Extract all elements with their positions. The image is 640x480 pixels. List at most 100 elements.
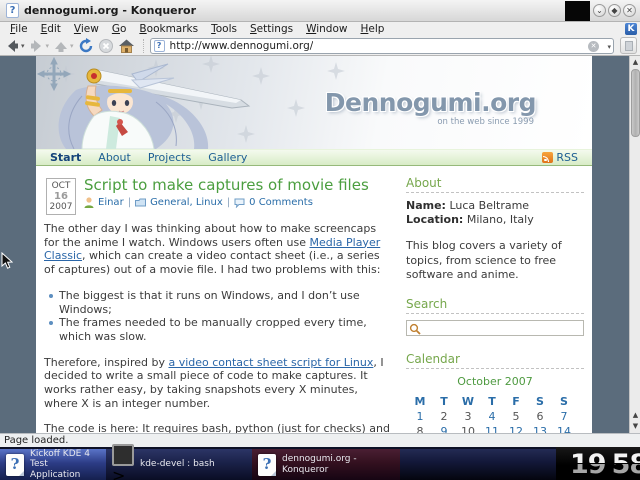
statusbar: Page loaded. bbox=[0, 433, 640, 447]
scrollbar-thumb[interactable] bbox=[631, 69, 640, 137]
calendar-week-row: 1234567 bbox=[408, 409, 576, 424]
menu-view[interactable]: View bbox=[74, 23, 99, 35]
calendar-day-header: S bbox=[552, 394, 576, 409]
calendar-day-header: S bbox=[528, 394, 552, 409]
rss-label: RSS bbox=[556, 151, 578, 164]
author-link[interactable]: Einar bbox=[98, 197, 124, 208]
menubar-items: File Edit View Go Bookmarks Tools Settings Wind… bbox=[10, 23, 384, 35]
scroll-up-icon-bottom[interactable]: ▲ bbox=[630, 410, 640, 421]
calendar-day-3: 3 bbox=[456, 409, 480, 424]
menu-edit[interactable]: Edit bbox=[41, 23, 61, 35]
nav-link-projects[interactable]: Projects bbox=[148, 151, 191, 164]
menu-settings[interactable]: Settings bbox=[250, 23, 293, 35]
webpage: Dennogumi.org on the web since 1999 Star… bbox=[36, 56, 592, 433]
back-dropdown-caret[interactable]: ▾ bbox=[21, 42, 25, 50]
calendar-day-9[interactable]: 9 bbox=[432, 424, 456, 434]
panel-clock[interactable]: 1958 1958 bbox=[570, 450, 640, 478]
close-button[interactable]: ✕ bbox=[623, 4, 636, 17]
location-bar[interactable]: ? http://www.dennogumi.org/ ✕ ▾ bbox=[150, 38, 614, 54]
vertical-scrollbar[interactable]: ▲ ▲ ▼ bbox=[629, 56, 640, 433]
category-folder-icon bbox=[135, 198, 146, 207]
home-icon bbox=[118, 38, 135, 54]
back-button[interactable]: ▾ bbox=[4, 37, 25, 55]
back-arrow-icon bbox=[4, 38, 20, 54]
menu-tools[interactable]: Tools bbox=[211, 23, 237, 35]
url-text[interactable]: http://www.dennogumi.org/ bbox=[170, 40, 314, 52]
calendar-day-7[interactable]: 7 bbox=[552, 409, 576, 424]
task-title: dennogumi.org - Konqueror bbox=[282, 454, 394, 475]
kde-logo-icon[interactable]: K bbox=[625, 23, 637, 35]
stop-button[interactable] bbox=[98, 37, 114, 55]
page-favicon: ? bbox=[154, 40, 165, 52]
up-button[interactable]: ▾ bbox=[53, 37, 74, 55]
up-dropdown-caret[interactable]: ▾ bbox=[70, 42, 74, 50]
clear-url-icon[interactable]: ✕ bbox=[588, 41, 599, 52]
bullet-list: The biggest is that it runs on Windows, … bbox=[48, 289, 392, 344]
reload-button[interactable] bbox=[78, 37, 94, 55]
calendar-day-12[interactable]: 12 bbox=[504, 424, 528, 434]
maximize-button[interactable]: ◆ bbox=[608, 4, 621, 17]
browser-viewport: Dennogumi.org on the web since 1999 Star… bbox=[0, 56, 640, 433]
window-titlebar[interactable]: ? dennogumi.org - Konqueror ⌄ ◆ ✕ bbox=[0, 0, 640, 22]
site-navbar: Start About Projects Gallery RSS bbox=[36, 149, 592, 166]
calendar-day-6: 6 bbox=[528, 409, 552, 424]
about-name: Name: Luca Beltrame bbox=[406, 199, 584, 213]
titlebar-artifact bbox=[565, 1, 590, 21]
task-title: kde-devel : bash bbox=[140, 459, 215, 470]
forward-button[interactable]: ▾ bbox=[29, 37, 50, 55]
rss-link[interactable]: RSS bbox=[542, 151, 578, 164]
minimize-button[interactable]: ⌄ bbox=[593, 4, 606, 17]
url-dropdown-caret[interactable]: ▾ bbox=[607, 43, 611, 51]
menu-help[interactable]: Help bbox=[360, 23, 384, 35]
calendar-day-10: 10 bbox=[456, 424, 480, 434]
terminal-icon: >_ bbox=[112, 444, 134, 480]
up-arrow-icon bbox=[53, 38, 69, 54]
article-title[interactable]: Script to make captures of movie files bbox=[44, 176, 392, 194]
calendar-day-1[interactable]: 1 bbox=[408, 409, 432, 424]
nav-link-about[interactable]: About bbox=[98, 151, 131, 164]
scroll-down-icon[interactable]: ▼ bbox=[630, 421, 640, 432]
taskbar-task-1[interactable]: ?Kickoff KDE 4 TestApplication bbox=[0, 449, 106, 480]
taskbar-tasks: ?Kickoff KDE 4 TestApplication>_kde-deve… bbox=[0, 449, 400, 480]
calendar-day-14[interactable]: 14 bbox=[552, 424, 576, 434]
forward-dropdown-caret[interactable]: ▾ bbox=[46, 42, 50, 50]
menu-file[interactable]: File bbox=[10, 23, 28, 35]
calendar-day-8: 8 bbox=[408, 424, 432, 434]
category-links[interactable]: General, Linux bbox=[150, 197, 223, 208]
taskbar-task-3[interactable]: ?dennogumi.org - Konqueror bbox=[252, 449, 400, 480]
reload-icon bbox=[78, 38, 94, 54]
paragraph-3: The code is here: It requires bash, pyth… bbox=[44, 422, 392, 433]
taskbar-task-2[interactable]: >_kde-devel : bash bbox=[106, 449, 252, 480]
menu-go[interactable]: Go bbox=[112, 23, 127, 35]
calendar-day-header: T bbox=[432, 394, 456, 409]
calendar-day-header: W bbox=[456, 394, 480, 409]
calendar-day-4[interactable]: 4 bbox=[480, 409, 504, 424]
article-column: OCT 16 2007 Script to make captures of m… bbox=[44, 176, 392, 433]
search-input[interactable] bbox=[423, 321, 578, 335]
calendar-head-row: MTWTFSS bbox=[408, 394, 576, 409]
search-icon bbox=[409, 323, 422, 336]
date-day: 16 bbox=[47, 191, 75, 202]
date-year: 2007 bbox=[47, 202, 75, 212]
calendar-heading: Calendar bbox=[406, 352, 584, 369]
search-box bbox=[406, 320, 584, 336]
calendar-day-13[interactable]: 13 bbox=[528, 424, 552, 434]
home-button[interactable] bbox=[118, 37, 135, 55]
nav-link-gallery[interactable]: Gallery bbox=[208, 151, 247, 164]
contact-sheet-script-link[interactable]: a video contact sheet script for Linux bbox=[168, 356, 373, 369]
menu-window[interactable]: Window bbox=[306, 23, 347, 35]
nav-link-start[interactable]: Start bbox=[50, 151, 81, 164]
sidebar: About Name: Luca Beltrame Location: Mila… bbox=[406, 176, 584, 433]
calendar-day-header: M bbox=[408, 394, 432, 409]
calendar-day-11[interactable]: 11 bbox=[480, 424, 504, 434]
toolbar-extra-button[interactable] bbox=[620, 37, 637, 54]
site-tagline: on the web since 1999 bbox=[437, 117, 534, 127]
scroll-up-icon[interactable]: ▲ bbox=[630, 57, 640, 68]
task-title: Application bbox=[30, 470, 100, 480]
menu-bookmarks[interactable]: Bookmarks bbox=[139, 23, 198, 35]
date-month: OCT bbox=[47, 181, 75, 191]
task-title: Kickoff KDE 4 Test bbox=[30, 449, 100, 470]
comments-link[interactable]: 0 Comments bbox=[249, 197, 313, 208]
calendar-table: MTWTFSS 12345678910111213141516171819202… bbox=[408, 394, 576, 434]
bullet-item: The biggest is that it runs on Windows, … bbox=[48, 289, 392, 316]
